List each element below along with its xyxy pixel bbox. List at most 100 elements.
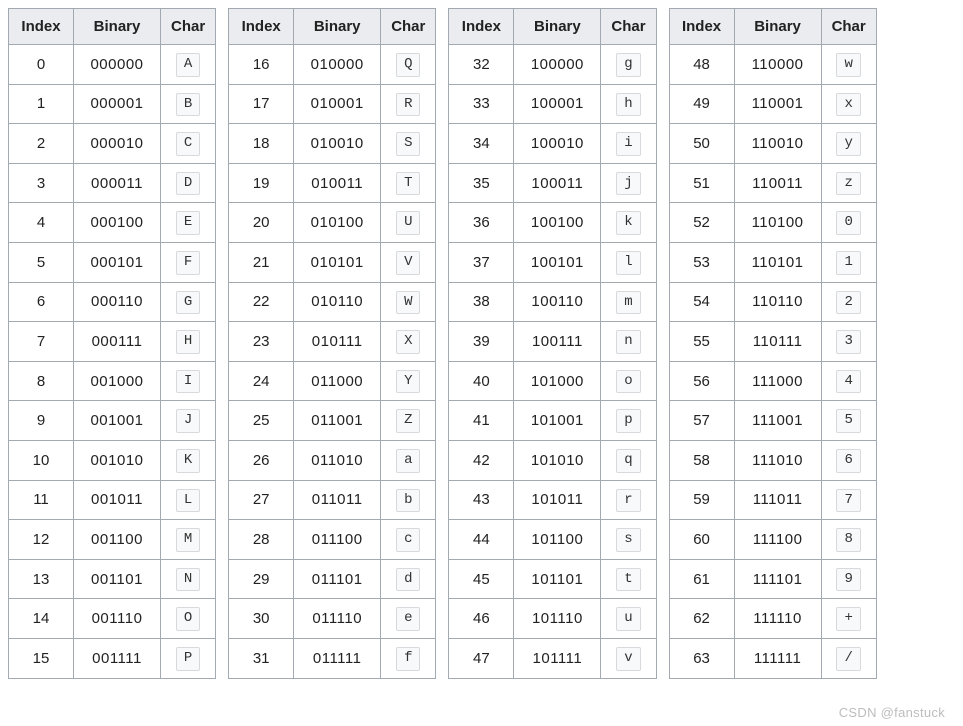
char-code: /	[836, 647, 860, 671]
cell-char: 0	[821, 203, 876, 243]
cell-binary: 001100	[74, 520, 161, 560]
char-code: b	[396, 489, 420, 513]
cell-char: i	[601, 124, 656, 164]
cell-index: 23	[229, 322, 294, 362]
column-header-index: Index	[449, 9, 514, 45]
table-row: 3000011D	[9, 163, 216, 203]
table-row: 48110000w	[669, 45, 876, 85]
cell-index: 9	[9, 401, 74, 441]
char-code: N	[176, 568, 200, 592]
cell-index: 6	[9, 282, 74, 322]
char-code: t	[616, 568, 640, 592]
char-code: a	[396, 449, 420, 473]
cell-index: 57	[669, 401, 734, 441]
encoding-table-0: IndexBinaryChar0000000A1000001B2000010C3…	[8, 8, 216, 679]
table-row: 62111110 +	[669, 599, 876, 639]
cell-char: d	[381, 559, 436, 599]
cell-index: 55	[669, 322, 734, 362]
cell-char: f	[381, 638, 436, 678]
table-row: 26011010a	[229, 440, 436, 480]
char-code: 4	[836, 370, 860, 394]
column-header-index: Index	[229, 9, 294, 45]
cell-index: 62	[669, 599, 734, 639]
cell-binary: 010111	[294, 322, 381, 362]
table-row: 20010100U	[229, 203, 436, 243]
char-code: C	[176, 132, 200, 156]
cell-char: K	[161, 440, 216, 480]
table-row: 5000101F	[9, 242, 216, 282]
char-code: D	[176, 172, 200, 196]
tables-wrap: IndexBinaryChar0000000A1000001B2000010C3…	[8, 8, 955, 679]
cell-index: 1	[9, 84, 74, 124]
table-row: 30011110e	[229, 599, 436, 639]
table-row: 521101000	[669, 203, 876, 243]
char-code: 8	[836, 528, 860, 552]
table-row: 14001110O	[9, 599, 216, 639]
table-row: 49110001x	[669, 84, 876, 124]
cell-char: N	[161, 559, 216, 599]
table-row: 581110106	[669, 440, 876, 480]
table-row: 51110011z	[669, 163, 876, 203]
table-row: 21010101V	[229, 242, 436, 282]
char-code: B	[176, 93, 200, 117]
cell-binary: 110010	[734, 124, 821, 164]
cell-char: 5	[821, 401, 876, 441]
cell-index: 46	[449, 599, 514, 639]
cell-char: u	[601, 599, 656, 639]
char-code: I	[176, 370, 200, 394]
cell-index: 47	[449, 638, 514, 678]
cell-binary: 011001	[294, 401, 381, 441]
cell-binary: 011000	[294, 361, 381, 401]
char-code: m	[616, 291, 640, 315]
cell-binary: 000010	[74, 124, 161, 164]
cell-index: 25	[229, 401, 294, 441]
table-row: 43101011r	[449, 480, 656, 520]
char-code: L	[176, 489, 200, 513]
cell-binary: 111101	[734, 559, 821, 599]
cell-char: 3	[821, 322, 876, 362]
char-code: T	[396, 172, 420, 196]
cell-binary: 100011	[514, 163, 601, 203]
char-code: r	[616, 489, 640, 513]
char-code: 2	[836, 291, 860, 315]
cell-char: I	[161, 361, 216, 401]
cell-index: 37	[449, 242, 514, 282]
char-code: +	[836, 607, 860, 631]
cell-char: n	[601, 322, 656, 362]
column-header-char: Char	[601, 9, 656, 45]
char-code: y	[836, 132, 860, 156]
char-code: P	[176, 647, 200, 671]
cell-char: w	[821, 45, 876, 85]
table-row: 11001011L	[9, 480, 216, 520]
char-code: p	[616, 409, 640, 433]
char-code: u	[616, 607, 640, 631]
cell-binary: 101101	[514, 559, 601, 599]
cell-binary: 111110	[734, 599, 821, 639]
char-code: Y	[396, 370, 420, 394]
char-code: 1	[836, 251, 860, 275]
encoding-table-1: IndexBinaryChar16010000Q17010001R1801001…	[228, 8, 436, 679]
cell-char: Z	[381, 401, 436, 441]
char-code: 9	[836, 568, 860, 592]
cell-binary: 101000	[514, 361, 601, 401]
cell-char: z	[821, 163, 876, 203]
cell-binary: 011100	[294, 520, 381, 560]
cell-char: E	[161, 203, 216, 243]
cell-binary: 100010	[514, 124, 601, 164]
char-code: Z	[396, 409, 420, 433]
column-header-binary: Binary	[734, 9, 821, 45]
char-code: H	[176, 330, 200, 354]
table-row: 541101102	[669, 282, 876, 322]
table-row: 36100100k	[449, 203, 656, 243]
table-row: 31011111f	[229, 638, 436, 678]
cell-char: P	[161, 638, 216, 678]
char-code: i	[616, 132, 640, 156]
cell-index: 29	[229, 559, 294, 599]
cell-index: 40	[449, 361, 514, 401]
table-row: 34100010i	[449, 124, 656, 164]
table-row: 24011000Y	[229, 361, 436, 401]
cell-binary: 110000	[734, 45, 821, 85]
cell-index: 3	[9, 163, 74, 203]
cell-binary: 101001	[514, 401, 601, 441]
char-code: e	[396, 607, 420, 631]
